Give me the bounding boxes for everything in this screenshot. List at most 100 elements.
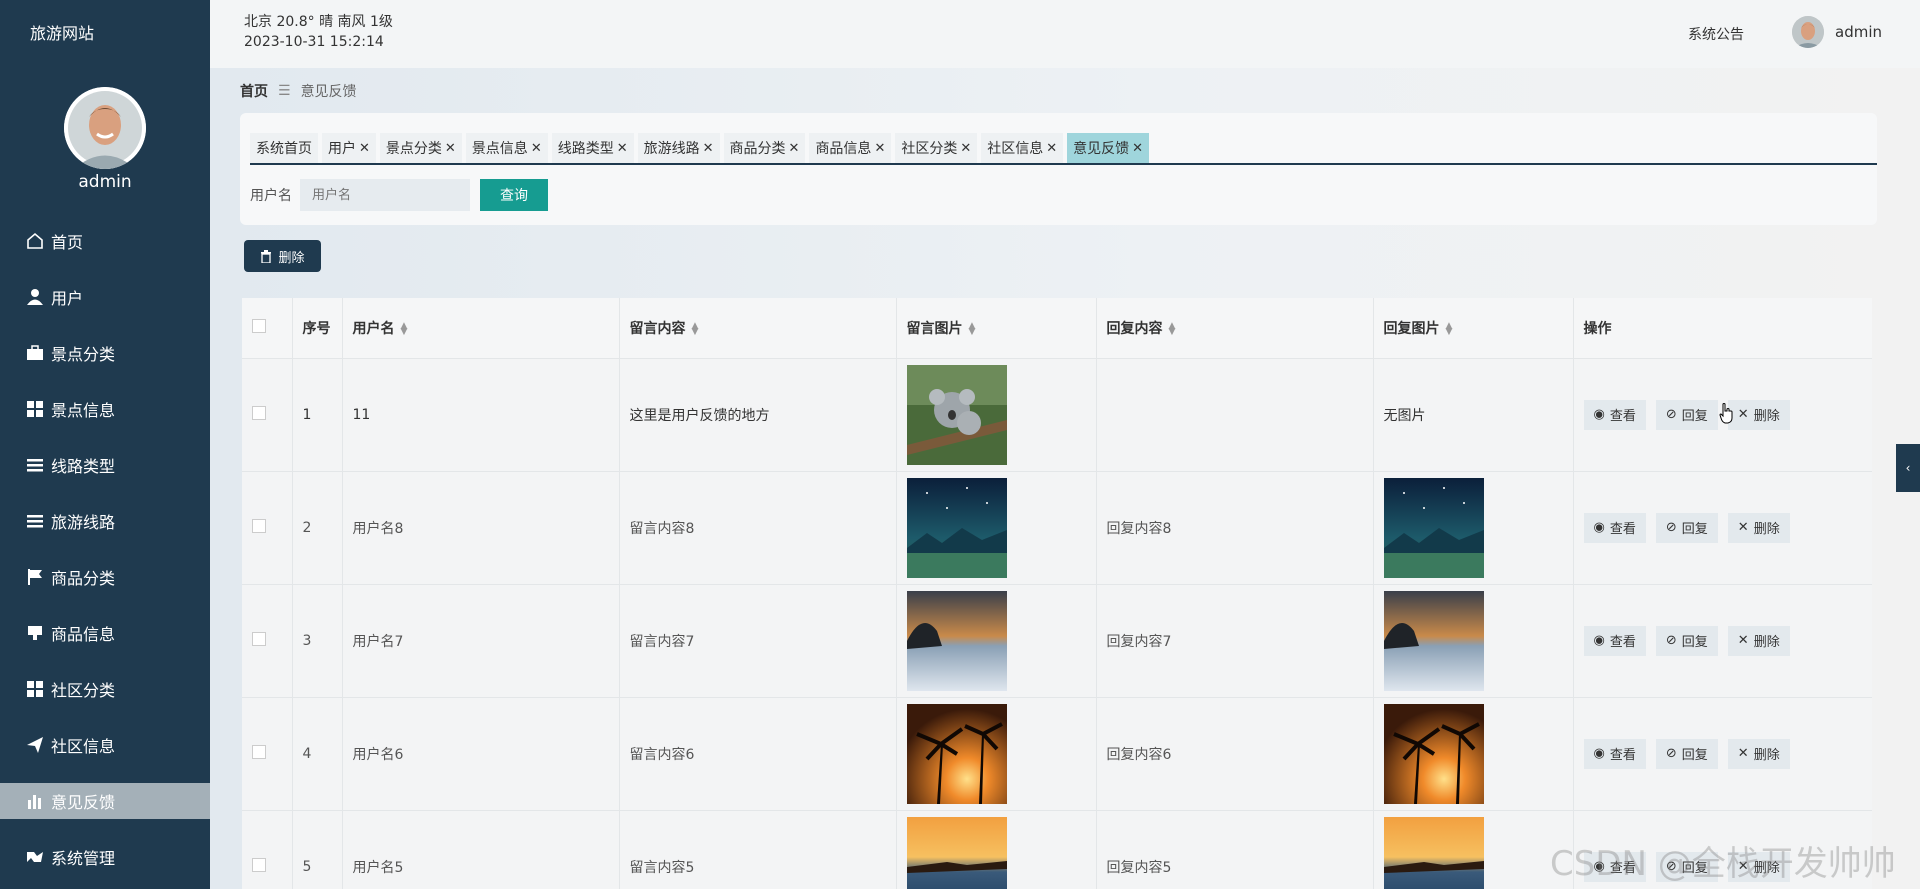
delete-button[interactable]: ✕ 删除 <box>1727 625 1790 656</box>
tab[interactable]: 商品分类 ✕ <box>723 133 806 163</box>
sidebar-item[interactable]: 商品分类 <box>0 549 210 605</box>
sidebar: 旅游网站 admin 首页 用户 景点分类 景点信息 线路类型 旅游线路 商品分类 商品信息社… <box>0 0 210 889</box>
sort-icon[interactable]: ▲ ▼ <box>969 321 976 336</box>
tab[interactable]: 用户 ✕ <box>322 133 376 163</box>
row-image-thumbnail[interactable] <box>906 364 1096 465</box>
reply-button[interactable]: ⊘ 回复 <box>1655 399 1718 430</box>
close-icon[interactable]: ✕ <box>960 141 971 156</box>
breadcrumb-current: 意见反馈 <box>300 84 357 100</box>
reply-button[interactable]: ⊘ 回复 <box>1655 738 1718 769</box>
user-name[interactable]: admin <box>1835 23 1882 41</box>
sort-icon[interactable]: ▲ ▼ <box>401 321 408 336</box>
system-notice-link[interactable]: 系统公告 <box>1688 24 1744 44</box>
row-checkbox[interactable] <box>252 631 266 646</box>
tab[interactable]: 社区信息 ✕ <box>981 133 1064 163</box>
column-header-label: 留言图片 <box>906 320 963 337</box>
row-reply-image: 无图片 <box>1373 358 1574 472</box>
row-reply-image-thumbnail[interactable] <box>1383 703 1573 804</box>
row-checkbox[interactable] <box>252 857 266 872</box>
column-header[interactable]: 用户名 ▲ ▼ <box>342 298 620 359</box>
sidebar-item[interactable]: 线路类型 <box>0 437 210 493</box>
row-content: 留言内容7 <box>619 584 897 698</box>
sidebar-item[interactable]: 社区分类 <box>0 661 210 717</box>
column-header-label: 用户名 <box>352 320 395 337</box>
sort-icon[interactable]: ▲ ▼ <box>692 321 699 336</box>
close-icon[interactable]: ✕ <box>703 141 714 156</box>
column-header[interactable]: 留言内容 ▲ ▼ <box>619 298 897 359</box>
close-icon[interactable]: ✕ <box>789 141 800 156</box>
sidebar-item[interactable]: 景点分类 <box>0 325 210 381</box>
tab-label: 用户 <box>328 141 356 157</box>
view-button[interactable]: ◉ 查看 <box>1583 399 1646 430</box>
batch-delete-button[interactable]: 删除 <box>244 240 321 272</box>
row-image-thumbnail[interactable] <box>906 590 1096 691</box>
close-icon[interactable]: ✕ <box>531 141 542 156</box>
row-number: 4 <box>292 697 343 811</box>
sort-icon[interactable]: ▲ ▼ <box>1169 321 1176 336</box>
sidebar-item[interactable]: 旅游线路 <box>0 493 210 549</box>
tab[interactable]: 社区分类 ✕ <box>895 133 978 163</box>
close-icon[interactable]: ✕ <box>445 141 456 156</box>
row-username: 11 <box>342 358 620 472</box>
tab[interactable]: 商品信息 ✕ <box>809 133 892 163</box>
column-header[interactable]: 回复图片 ▲ ▼ <box>1373 298 1574 359</box>
sidebar-item[interactable]: 商品信息 <box>0 605 210 661</box>
grid-icon <box>25 679 45 699</box>
column-header[interactable]: 回复内容 ▲ ▼ <box>1096 298 1374 359</box>
username-search-input[interactable] <box>300 179 470 211</box>
close-icon[interactable]: ✕ <box>1132 141 1143 156</box>
row-reply-image-thumbnail[interactable] <box>1383 477 1573 578</box>
row-checkbox[interactable] <box>252 744 266 759</box>
search-button[interactable]: 查询 <box>480 179 548 211</box>
row-image-thumbnail[interactable] <box>906 703 1096 804</box>
close-icon[interactable]: ✕ <box>617 141 628 156</box>
reply-button[interactable]: ⊘ 回复 <box>1655 512 1718 543</box>
tab[interactable]: 意见反馈 ✕ <box>1067 133 1150 163</box>
sidebar-item[interactable]: 景点信息 <box>0 381 210 437</box>
user-icon <box>25 287 45 307</box>
sidebar-item[interactable]: 用户 <box>0 269 210 325</box>
row-checkbox[interactable] <box>252 405 266 420</box>
tab[interactable]: 线路类型 ✕ <box>551 133 634 163</box>
delete-button[interactable]: ✕ 删除 <box>1727 399 1790 430</box>
close-icon: ✕ <box>1737 633 1749 648</box>
select-all-checkbox[interactable] <box>252 318 266 333</box>
user-avatar[interactable] <box>1792 16 1824 48</box>
tab[interactable]: 景点分类 ✕ <box>379 133 462 163</box>
column-header[interactable]: 留言图片 ▲ ▼ <box>896 298 1097 359</box>
column-header: 操作 <box>1573 298 1872 359</box>
reply-button[interactable]: ⊘ 回复 <box>1655 625 1718 656</box>
sidebar-item[interactable]: 社区信息 <box>0 717 210 773</box>
collapse-panel-button[interactable]: ‹ <box>1896 444 1920 492</box>
row-image-thumbnail[interactable] <box>906 816 1096 889</box>
view-button[interactable]: ◉ 查看 <box>1583 512 1646 543</box>
row-checkbox[interactable] <box>252 518 266 533</box>
table-row: 1 11 这里是用户反馈的地方 无图片 ◉ 查看 ⊘ 回复 ✕ 删除 <box>242 358 1872 472</box>
row-reply-image-thumbnail[interactable] <box>1383 590 1573 691</box>
tab[interactable]: 系统首页 <box>250 133 318 163</box>
close-icon[interactable]: ✕ <box>359 141 370 156</box>
close-icon[interactable]: ✕ <box>874 141 885 156</box>
sidebar-item[interactable]: 意见反馈 <box>0 783 210 819</box>
sidebar-item[interactable]: 系统管理 <box>0 829 210 885</box>
breadcrumb-home[interactable]: 首页 <box>240 81 268 101</box>
view-label: 查看 <box>1609 522 1636 537</box>
row-reply-image-thumbnail[interactable] <box>1383 816 1573 889</box>
view-button[interactable]: ◉ 查看 <box>1583 625 1646 656</box>
row-image <box>896 471 1097 585</box>
table-row: 2 用户名8 留言内容8 回复内容8 ◉ 查看 ⊘ 回复 ✕ 删除 <box>242 471 1872 585</box>
mouse-cursor-icon <box>1719 403 1733 424</box>
table-row: 4 用户名6 留言内容6 回复内容6 ◉ 查看 ⊘ 回复 ✕ 删除 <box>242 697 1872 811</box>
sort-icon[interactable]: ▲ ▼ <box>1446 321 1453 336</box>
sidebar-item[interactable]: 首页 <box>0 213 210 269</box>
datetime-text: 2023-10-31 15:2:14 <box>244 34 384 50</box>
tab[interactable]: 景点信息 ✕ <box>465 133 548 163</box>
sidebar-item-label: 旅游线路 <box>51 513 116 532</box>
delete-button[interactable]: ✕ 删除 <box>1727 738 1790 769</box>
close-icon[interactable]: ✕ <box>1046 141 1057 156</box>
delete-button[interactable]: ✕ 删除 <box>1727 512 1790 543</box>
view-button[interactable]: ◉ 查看 <box>1583 738 1646 769</box>
tab[interactable]: 旅游线路 ✕ <box>637 133 720 163</box>
site-title: 旅游网站 <box>30 24 95 43</box>
row-image-thumbnail[interactable] <box>906 477 1096 578</box>
